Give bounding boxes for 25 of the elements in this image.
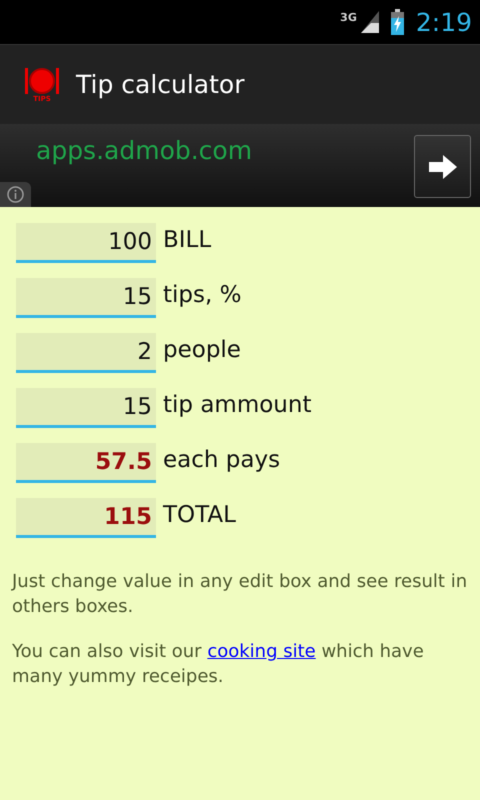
number-field[interactable]: 100 [16, 223, 156, 263]
number-field[interactable]: 57.5 [16, 443, 156, 483]
visit-text: You can also visit our cooking site which have many yummy receipes. [12, 640, 425, 689]
number-field[interactable]: 15 [16, 278, 156, 318]
field-label: each pays [163, 446, 280, 475]
battery-icon [390, 9, 404, 35]
network-label: 3G [340, 12, 357, 23]
field-label: tips, % [163, 281, 242, 310]
number-field[interactable]: 2 [16, 333, 156, 373]
number-field[interactable]: 15 [16, 388, 156, 428]
field-label: TOTAL [163, 501, 236, 530]
cooking-site-link[interactable]: cooking site [207, 641, 316, 662]
app-title: Tip calculator [76, 68, 245, 101]
ad-open-button[interactable] [414, 135, 471, 198]
plate-icon [24, 66, 60, 96]
info-button[interactable] [0, 182, 31, 207]
hint-text: Just change value in any edit box and see result in others boxes. [12, 570, 468, 619]
field-label: BILL [163, 226, 212, 255]
arrow-icon [428, 154, 456, 179]
signal-icon [360, 11, 379, 33]
field-label: people [163, 336, 241, 365]
number-field[interactable]: 115 [16, 498, 156, 538]
info-icon [7, 186, 24, 203]
clock-time: 2:19 [416, 10, 472, 34]
field-label: tip ammount [163, 391, 312, 420]
